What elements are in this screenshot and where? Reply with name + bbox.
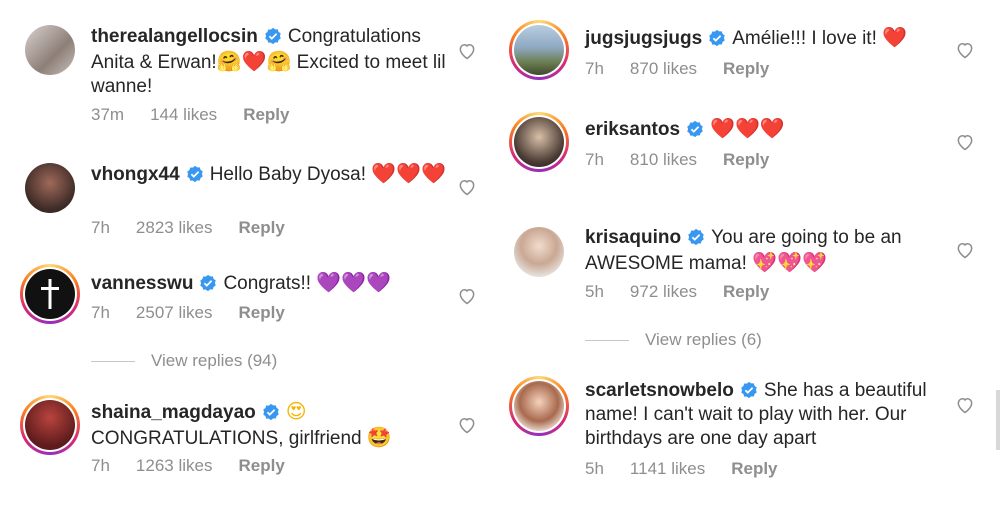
avatar[interactable] xyxy=(20,20,80,80)
timestamp: 7h xyxy=(585,150,604,169)
avatar[interactable] xyxy=(20,395,80,455)
verified-badge-icon xyxy=(709,29,725,47)
verified-badge-icon xyxy=(265,27,281,45)
comment-meta: 7h 2507 likes Reply xyxy=(91,303,311,323)
verified-badge-icon xyxy=(263,403,279,421)
reply-button[interactable]: Reply xyxy=(731,459,777,478)
comment-meta: 5h 972 likes Reply xyxy=(585,282,795,302)
avatar[interactable] xyxy=(20,158,80,218)
timestamp: 5h xyxy=(585,459,604,478)
username[interactable]: shaina_magdayao xyxy=(91,402,256,423)
username[interactable]: vannesswu xyxy=(91,273,193,294)
timestamp: 7h xyxy=(91,456,110,475)
divider-line xyxy=(585,339,629,341)
avatar[interactable] xyxy=(509,222,569,282)
verified-badge-icon xyxy=(200,274,217,292)
likes-count[interactable]: 1141 likes xyxy=(630,459,705,478)
reply-button[interactable]: Reply xyxy=(723,282,769,301)
heart-eyes-emoji: 😍 xyxy=(285,399,307,423)
like-heart-icon[interactable] xyxy=(457,177,477,197)
purple-hearts-emoji: 💜💜💜 xyxy=(316,270,392,294)
verified-badge-icon xyxy=(688,228,704,246)
view-replies-button[interactable]: View replies (6) xyxy=(585,330,762,350)
timestamp: 5h xyxy=(585,282,604,301)
reply-button[interactable]: Reply xyxy=(723,150,769,169)
comment-meta: 7h 810 likes Reply xyxy=(585,150,795,170)
reply-button[interactable]: Reply xyxy=(723,59,769,78)
comment-meta: 37m 144 likes Reply xyxy=(91,105,315,125)
timestamp: 7h xyxy=(585,59,604,78)
reply-button[interactable]: Reply xyxy=(238,456,284,475)
like-heart-icon[interactable] xyxy=(955,240,975,260)
sparkling-hearts-emoji: 💖💖💖 xyxy=(752,250,827,274)
likes-count[interactable]: 810 likes xyxy=(630,150,697,169)
timestamp: 7h xyxy=(91,218,110,237)
likes-count[interactable]: 2823 likes xyxy=(136,218,213,237)
avatar[interactable] xyxy=(509,376,569,436)
likes-count[interactable]: 2507 likes xyxy=(136,303,213,322)
red-hearts-emoji: ❤️❤️❤️ xyxy=(710,116,785,140)
comment-text: Amélie!!! I love it! xyxy=(732,28,883,49)
username[interactable]: krisaquino xyxy=(585,227,681,248)
avatar[interactable] xyxy=(509,20,569,80)
star-struck-emoji: 🤩 xyxy=(366,425,392,449)
divider-line xyxy=(91,360,135,362)
hug-heart-emoji: 🤗❤️🤗 xyxy=(216,49,292,73)
comment-text: CONGRATULATIONS, girlfriend xyxy=(91,428,367,449)
reply-button[interactable]: Reply xyxy=(238,303,284,322)
red-heart-emoji: ❤️ xyxy=(882,25,908,49)
cross-icon xyxy=(41,279,59,309)
likes-count[interactable]: 144 likes xyxy=(150,105,217,124)
comment-text: Congrats!! xyxy=(223,273,317,294)
comment-text: Hello Baby Dyosa! xyxy=(209,164,372,185)
like-heart-icon[interactable] xyxy=(955,132,975,152)
comment-meta: 7h 870 likes Reply xyxy=(585,59,795,79)
reply-button[interactable]: Reply xyxy=(238,218,284,237)
timestamp: 7h xyxy=(91,303,110,322)
like-heart-icon[interactable] xyxy=(457,286,477,306)
likes-count[interactable]: 972 likes xyxy=(630,282,697,301)
likes-count[interactable]: 1263 likes xyxy=(136,456,213,475)
username[interactable]: jugsjugsjugs xyxy=(585,28,702,49)
like-heart-icon[interactable] xyxy=(955,395,975,415)
verified-badge-icon xyxy=(687,120,703,138)
avatar[interactable] xyxy=(509,112,569,172)
username[interactable]: vhongx44 xyxy=(91,164,180,185)
comment-meta: 7h 1263 likes Reply xyxy=(91,456,311,476)
like-heart-icon[interactable] xyxy=(457,415,477,435)
verified-badge-icon xyxy=(741,381,757,399)
username[interactable]: eriksantos xyxy=(585,119,680,140)
comment-meta: 7h 2823 likes Reply xyxy=(91,218,311,238)
view-replies-label: View replies (6) xyxy=(645,330,762,349)
comment-meta: 5h 1141 likes Reply xyxy=(585,459,804,479)
like-heart-icon[interactable] xyxy=(955,40,975,60)
red-hearts-emoji: ❤️❤️❤️ xyxy=(371,161,446,185)
reply-button[interactable]: Reply xyxy=(243,105,289,124)
username[interactable]: scarletsnowbelo xyxy=(585,380,734,401)
verified-badge-icon xyxy=(186,165,203,183)
scrollbar[interactable] xyxy=(996,390,1000,450)
username[interactable]: therealangellocsin xyxy=(91,26,258,47)
timestamp: 37m xyxy=(91,105,125,124)
view-replies-button[interactable]: View replies (94) xyxy=(91,351,277,371)
view-replies-label: View replies (94) xyxy=(151,351,278,370)
like-heart-icon[interactable] xyxy=(457,41,477,61)
avatar[interactable] xyxy=(20,264,80,324)
likes-count[interactable]: 870 likes xyxy=(630,59,697,78)
